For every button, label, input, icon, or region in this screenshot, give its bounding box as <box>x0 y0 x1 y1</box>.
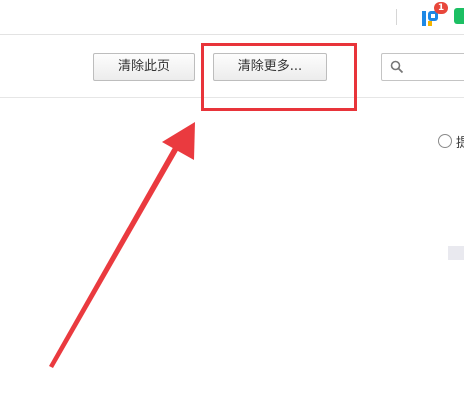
search-icon <box>390 60 404 74</box>
clear-more-button[interactable]: 清除更多... <box>213 53 327 81</box>
search-input[interactable] <box>381 53 464 81</box>
option-radio[interactable] <box>438 134 452 148</box>
toolbar-separator <box>396 9 397 25</box>
green-app-icon[interactable] <box>454 8 464 24</box>
content-placeholder-block <box>448 246 464 260</box>
history-toolbar: 清除此页 清除更多... <box>0 35 464 98</box>
clear-page-button[interactable]: 清除此页 <box>93 53 195 81</box>
option-radio-label: 提 <box>456 136 464 151</box>
browser-topbar: 1 <box>0 0 464 35</box>
extension-badge: 1 <box>434 2 448 14</box>
